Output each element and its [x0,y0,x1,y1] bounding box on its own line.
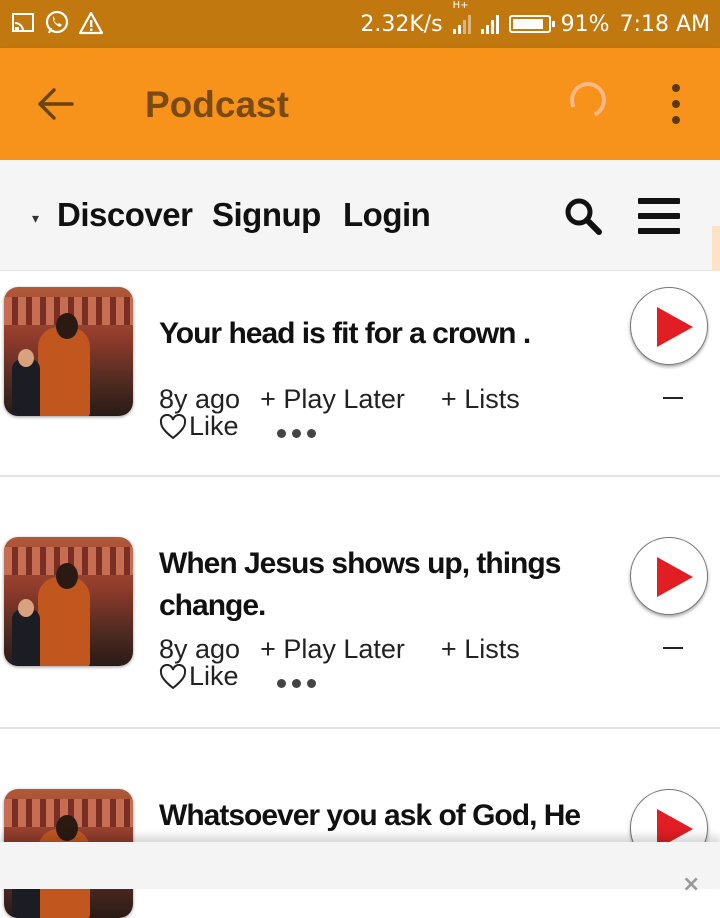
play-icon [657,307,693,347]
add-to-lists-button[interactable]: + Lists [441,634,520,665]
cast-icon [10,10,36,36]
battery-percent: 91% [560,11,610,37]
collapse-dash-icon[interactable] [663,647,683,649]
play-button[interactable] [630,537,708,615]
list-item[interactable]: Your head is fit for a crown . 8y ago + … [0,271,720,477]
nav-login[interactable]: Login [343,196,431,234]
play-later-button[interactable]: + Play Later [260,384,405,415]
search-icon[interactable] [563,196,603,236]
like-button[interactable]: Like [159,661,239,692]
like-button[interactable]: Like [159,411,239,442]
play-button[interactable] [630,287,708,365]
episode-thumbnail[interactable] [4,537,133,666]
network-speed: 2.32K/s [360,11,443,37]
status-bar: 2.32K/s H+ 91% 7:18 AM [0,0,720,48]
heart-icon [159,663,187,689]
episode-title[interactable]: Whatsoever you ask of God, He [159,795,619,837]
like-label: Like [189,411,239,441]
app-bar: Podcast [0,48,720,160]
app-title: Podcast [145,84,289,125]
heart-icon [159,413,187,439]
list-item[interactable]: When Jesus shows up, things change. 8y a… [0,477,720,729]
nav-discover[interactable]: Discover [57,196,193,234]
signal-icon-2 [480,14,499,34]
warning-icon [78,10,104,36]
signal-icon [452,14,471,34]
whatsapp-icon [44,10,70,36]
status-right: 2.32K/s H+ 91% 7:18 AM [360,0,710,48]
battery-icon [508,15,555,33]
more-dots-icon[interactable] [277,429,316,438]
back-arrow-icon[interactable] [34,84,78,124]
like-label: Like [189,661,239,691]
play-later-button[interactable]: + Play Later [260,634,405,665]
network-type: H+ [452,0,469,11]
more-options-icon[interactable] [668,84,684,124]
episode-title[interactable]: Your head is fit for a crown . [159,313,619,355]
episode-title[interactable]: When Jesus shows up, things change. [159,543,619,627]
loading-spinner [564,76,612,124]
hamburger-menu-icon[interactable] [638,198,680,234]
episode-thumbnail[interactable] [4,287,133,416]
bottom-banner: × [0,842,720,897]
clock: 7:18 AM [619,11,710,37]
nav-bar: ▾ Discover Signup Login [0,160,720,271]
dropdown-caret-icon[interactable]: ▾ [32,210,39,227]
signal-h-plus: H+ [452,0,471,34]
add-to-lists-button[interactable]: + Lists [441,384,520,415]
close-icon[interactable]: × [682,872,700,897]
collapse-dash-icon[interactable] [663,397,683,399]
nav-signup[interactable]: Signup [212,196,321,234]
more-dots-icon[interactable] [277,679,316,688]
notification-icons [10,10,104,36]
play-icon [657,557,693,597]
